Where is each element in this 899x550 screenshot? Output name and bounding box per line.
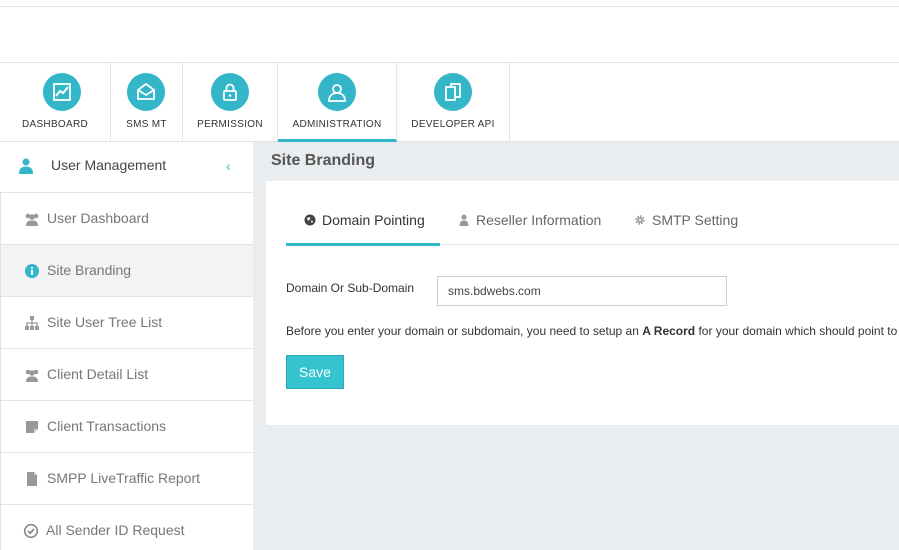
envelope-icon <box>127 73 165 111</box>
sidebar-item-site-user-tree-list[interactable]: Site User Tree List <box>0 297 253 349</box>
sidebar-item-client-transactions[interactable]: Client Transactions <box>0 401 253 453</box>
sidebar-item-label: Client Detail List <box>47 366 149 382</box>
sidebar: User Management ‹ User Dashboard Site Br… <box>0 142 253 550</box>
sticky-note-icon <box>26 421 38 433</box>
file-icon <box>27 472 37 486</box>
sitemap-icon <box>25 316 39 330</box>
chart-line-icon <box>43 73 81 111</box>
gear-icon <box>635 215 645 225</box>
chevron-left-icon[interactable]: ‹ <box>226 158 231 174</box>
nav-label: DEVELOPER API <box>411 119 495 130</box>
nav-label: SMS MT <box>126 119 167 130</box>
sidebar-item-site-branding[interactable]: Site Branding <box>0 245 253 297</box>
info-circle-icon <box>25 264 39 278</box>
nav-dashboard[interactable]: DASHBOARD <box>0 63 111 141</box>
tab-label: SMTP Setting <box>652 212 739 228</box>
content-card: Domain Pointing Reseller Information SMT… <box>266 181 899 425</box>
nav-developer-api[interactable]: DEVELOPER API <box>397 63 510 141</box>
top-header <box>0 7 899 63</box>
sidebar-title: User Management <box>51 157 167 173</box>
save-button[interactable]: Save <box>286 355 344 389</box>
documents-icon <box>434 73 472 111</box>
main-nav: DASHBOARD SMS MT PERMISSION ADMINISTRATI… <box>0 63 899 142</box>
note-bold: A Record <box>642 324 696 338</box>
users-icon <box>25 369 39 382</box>
user-icon <box>19 158 33 174</box>
domain-label: Domain Or Sub-Domain <box>286 281 415 295</box>
sidebar-header[interactable]: User Management ‹ <box>0 142 253 193</box>
check-circle-icon <box>23 523 39 539</box>
sidebar-item-user-dashboard[interactable]: User Dashboard <box>0 193 253 245</box>
tab-reseller-information[interactable]: Reseller Information <box>440 204 616 245</box>
domain-input[interactable] <box>437 276 727 306</box>
tab-label: Domain Pointing <box>322 212 425 228</box>
nav-label: PERMISSION <box>197 119 263 130</box>
tab-label: Reseller Information <box>476 212 602 228</box>
nav-permission[interactable]: PERMISSION <box>183 63 278 141</box>
sidebar-item-label: SMPP LiveTraffic Report <box>47 470 201 486</box>
user-icon <box>459 214 469 226</box>
note-suffix: for your domain which should point to <box>695 324 898 338</box>
globe-icon <box>304 214 316 226</box>
nav-administration[interactable]: ADMINISTRATION <box>278 63 397 142</box>
top-strip <box>0 0 899 7</box>
sidebar-item-label: Site Branding <box>47 262 132 278</box>
users-icon <box>25 213 39 226</box>
page-title: Site Branding <box>271 152 376 169</box>
main-content: Site Branding Domain Pointing Reseller I… <box>253 142 899 550</box>
nav-label: ADMINISTRATION <box>292 119 382 130</box>
tab-bar: Domain Pointing Reseller Information SMT… <box>286 204 899 246</box>
sidebar-item-smpp-livetraffic-report[interactable]: SMPP LiveTraffic Report <box>0 453 253 505</box>
nav-sms-mt[interactable]: SMS MT <box>111 63 183 141</box>
note-prefix: Before you enter your domain or subdomai… <box>286 324 643 338</box>
tab-domain-pointing[interactable]: Domain Pointing <box>286 204 440 246</box>
sidebar-item-client-detail-list[interactable]: Client Detail List <box>0 349 253 401</box>
user-icon <box>318 73 356 111</box>
sidebar-item-all-sender-id-request[interactable]: All Sender ID Request <box>0 505 253 550</box>
domain-note: Before you enter your domain or subdomai… <box>286 324 897 338</box>
tab-smtp-setting[interactable]: SMTP Setting <box>616 204 756 245</box>
sidebar-item-label: Site User Tree List <box>47 314 163 330</box>
lock-icon <box>211 73 249 111</box>
sidebar-item-label: User Dashboard <box>47 210 149 226</box>
nav-label: DASHBOARD <box>21 119 89 130</box>
sidebar-item-label: All Sender ID Request <box>46 522 185 538</box>
sidebar-item-label: Client Transactions <box>47 418 167 434</box>
